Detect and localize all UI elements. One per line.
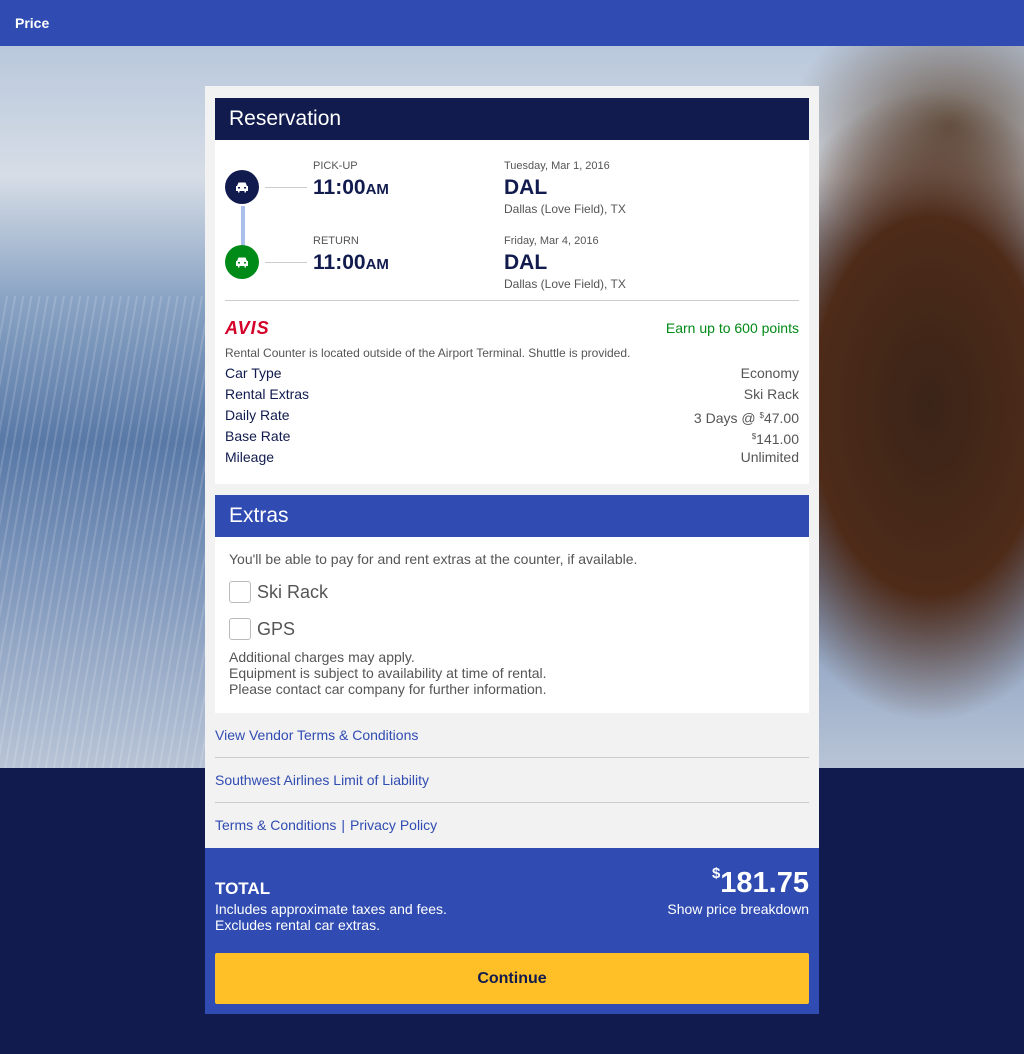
extra-option-ski-rack[interactable]: Ski Rack xyxy=(229,581,328,603)
terms-link[interactable]: Terms & Conditions xyxy=(215,817,336,833)
ski-rack-checkbox[interactable] xyxy=(229,581,251,603)
total-label: TOTAL xyxy=(215,879,271,898)
link-separator: | xyxy=(341,817,346,833)
continue-button[interactable]: Continue xyxy=(215,953,809,1004)
liability-row: Southwest Airlines Limit of Liability xyxy=(215,758,809,803)
return-date: Friday, Mar 4, 2016 xyxy=(504,235,599,247)
top-bar: Price xyxy=(0,0,1024,46)
extra-option-gps[interactable]: GPS xyxy=(229,618,295,640)
pickup-date: Tuesday, Mar 1, 2016 xyxy=(504,160,610,172)
liability-link[interactable]: Southwest Airlines Limit of Liability xyxy=(215,772,429,788)
return-connector xyxy=(265,262,307,263)
avis-logo: AVIS xyxy=(225,318,270,338)
gps-label[interactable]: GPS xyxy=(257,619,295,640)
footer-links: View Vendor Terms & Conditions Southwest… xyxy=(215,713,809,848)
extras-card: Extras You'll be able to pay for and ren… xyxy=(215,495,809,713)
rental-counter-note: Rental Counter is located outside of the… xyxy=(225,346,631,360)
detail-row-car-type: Car Type Economy xyxy=(225,365,799,381)
total-subtext: Includes approximate taxes and fees. Exc… xyxy=(215,901,447,933)
pickup-car-icon xyxy=(225,170,259,204)
extras-fine-print: Additional charges may apply. Equipment … xyxy=(229,649,547,697)
reservation-divider xyxy=(225,300,799,301)
return-leg: RETURN 11:00AM Friday, Mar 4, 2016 DAL D… xyxy=(225,233,799,303)
return-car-icon xyxy=(225,245,259,279)
detail-row-rental-extras: Rental Extras Ski Rack xyxy=(225,386,799,402)
privacy-link[interactable]: Privacy Policy xyxy=(350,817,437,833)
extras-intro: You'll be able to pay for and rent extra… xyxy=(229,551,638,567)
pickup-label: PICK-UP xyxy=(313,160,358,172)
vendor-terms-row: View Vendor Terms & Conditions xyxy=(215,713,809,758)
vendor-terms-link[interactable]: View Vendor Terms & Conditions xyxy=(215,727,418,743)
total-amount: $181.75 xyxy=(711,865,809,899)
detail-row-daily-rate: Daily Rate 3 Days @ $47.00 xyxy=(225,407,799,426)
detail-row-mileage: Mileage Unlimited xyxy=(225,449,799,465)
return-city: Dallas (Love Field), TX xyxy=(504,277,626,291)
price-breakdown-link[interactable]: Show price breakdown xyxy=(667,901,809,917)
reservation-header: Reservation xyxy=(215,98,809,140)
total-section: TOTAL Includes approximate taxes and fee… xyxy=(205,848,819,1014)
water-sparkle xyxy=(0,296,205,768)
pickup-time: 11:00AM xyxy=(313,176,389,199)
detail-row-base-rate: Base Rate $141.00 xyxy=(225,428,799,447)
pickup-airport-code: DAL xyxy=(504,176,548,199)
pickup-connector xyxy=(265,187,307,188)
policy-row: Terms & Conditions | Privacy Policy xyxy=(215,803,809,848)
gps-checkbox[interactable] xyxy=(229,618,251,640)
return-label: RETURN xyxy=(313,235,359,247)
pickup-leg: PICK-UP 11:00AM Tuesday, Mar 1, 2016 DAL… xyxy=(225,158,799,228)
rental-details: Car Type Economy Rental Extras Ski Rack … xyxy=(225,363,799,468)
page-title: Price xyxy=(15,15,50,31)
reservation-card: Reservation PICK-UP 11:00AM Tuesday, Mar… xyxy=(215,98,809,484)
extras-header: Extras xyxy=(215,495,809,537)
return-airport-code: DAL xyxy=(504,251,548,274)
points-earn-text: Earn up to 600 points xyxy=(665,320,799,336)
booking-panel: Reservation PICK-UP 11:00AM Tuesday, Mar… xyxy=(205,86,819,1014)
ski-rack-label[interactable]: Ski Rack xyxy=(257,582,328,603)
return-time: 11:00AM xyxy=(313,251,389,274)
pickup-city: Dallas (Love Field), TX xyxy=(504,202,626,216)
